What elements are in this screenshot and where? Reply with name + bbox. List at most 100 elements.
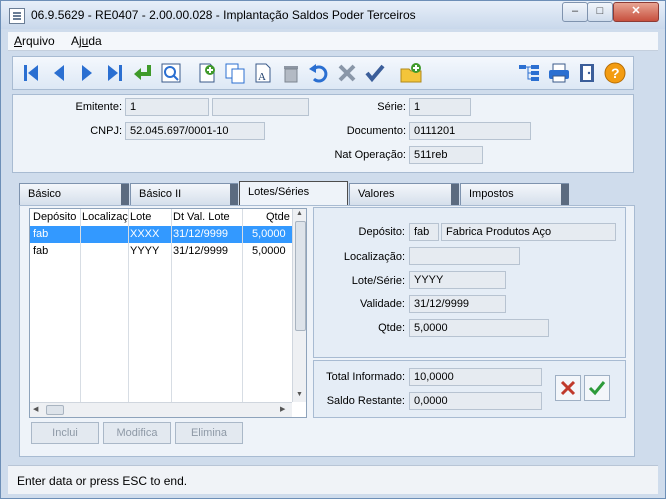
cancel-lot-button[interactable]: [555, 375, 581, 401]
add-button[interactable]: [195, 61, 219, 85]
last-icon: [108, 65, 122, 81]
minimize-button[interactable]: –: [562, 2, 588, 22]
first-icon: [24, 65, 38, 81]
svg-text:A: A: [258, 71, 266, 83]
table-row[interactable]: fab YYYY 31/12/9999 5,0000: [30, 243, 292, 260]
tab-basico-ii-label: Básico II: [139, 188, 182, 200]
tab-impostos[interactable]: Impostos: [460, 183, 569, 205]
menu-ajuda[interactable]: Ajuda: [71, 34, 102, 48]
tab-edge: [121, 184, 129, 205]
close-button[interactable]: ✕: [613, 2, 659, 22]
new-folder-button[interactable]: [399, 61, 423, 85]
delete-button[interactable]: [279, 61, 303, 85]
col-localizacao[interactable]: Localizaçã: [82, 211, 128, 223]
menu-arquivo-rest: rquivo: [22, 34, 55, 48]
cell-validade: 31/12/9999: [173, 245, 229, 257]
tab-basico-ii[interactable]: Básico II: [130, 183, 238, 205]
cell-qtde: 5,0000: [252, 228, 286, 240]
maximize-button[interactable]: □: [587, 2, 613, 22]
col-lote[interactable]: Lote: [130, 211, 170, 223]
close-icon: [560, 380, 576, 396]
svg-text:?: ?: [611, 65, 620, 81]
exit-button[interactable]: [575, 61, 599, 85]
exit-icon: [580, 64, 594, 82]
incluir-button[interactable]: Inclui: [31, 422, 99, 444]
col-deposito[interactable]: Depósito: [33, 211, 79, 223]
tab-lotes-series-label: Lotes/Séries: [248, 186, 310, 198]
hierarchy-button[interactable]: [517, 61, 541, 85]
tab-edge: [230, 184, 238, 205]
window-title: 06.9.5629 - RE0407 - 2.00.00.028 - Impla…: [31, 8, 416, 22]
total-informado-field: 10,0000: [409, 368, 542, 386]
col-qtde[interactable]: Qtde: [266, 211, 290, 223]
scroll-down-icon[interactable]: ▼: [296, 391, 303, 398]
grid-divider: [128, 209, 129, 402]
deposito-name-field: Fabrica Produtos Aço: [441, 223, 616, 241]
confirm-lot-button[interactable]: [584, 375, 610, 401]
goto-button[interactable]: [131, 61, 155, 85]
eliminar-button[interactable]: Elimina: [175, 422, 243, 444]
grid-divider: [242, 209, 243, 402]
menu-ajuda-rest: da: [88, 34, 102, 48]
previous-record-button[interactable]: [47, 61, 71, 85]
hierarchy-icon: [519, 65, 539, 81]
lote-serie-field[interactable]: YYYY: [409, 271, 506, 289]
undo-button[interactable]: [307, 61, 331, 85]
edit-button[interactable]: A: [251, 61, 275, 85]
last-record-button[interactable]: [103, 61, 127, 85]
cell-lote: YYYY: [130, 245, 160, 257]
localizacao-field[interactable]: [409, 247, 520, 265]
previous-icon: [54, 65, 64, 81]
qtde-field[interactable]: 5,0000: [409, 319, 549, 337]
scroll-up-icon[interactable]: ▲: [296, 210, 303, 217]
deposito-code-field[interactable]: fab: [409, 223, 439, 241]
emitente-label: Emitente:: [75, 101, 122, 113]
nat-operacao-field[interactable]: 511reb: [409, 146, 483, 164]
print-button[interactable]: [547, 61, 571, 85]
next-record-button[interactable]: [75, 61, 99, 85]
check-icon: [588, 381, 606, 396]
lotes-grid: Depósito Localizaçã Lote Dt Val. Lote Qt…: [29, 208, 307, 418]
tab-lotes-series[interactable]: Lotes/Séries: [239, 181, 348, 205]
hscroll-thumb[interactable]: [46, 405, 64, 415]
app-window: 06.9.5629 - RE0407 - 2.00.00.028 - Impla…: [0, 0, 666, 499]
emitente-field[interactable]: 1: [125, 98, 209, 116]
validade-field[interactable]: 31/12/9999: [409, 295, 506, 313]
tab-basico[interactable]: Básico: [19, 183, 129, 205]
title-bar: 06.9.5629 - RE0407 - 2.00.00.028 - Impla…: [1, 1, 665, 29]
vertical-scrollbar[interactable]: ▲ ▼: [292, 209, 306, 402]
undo-icon: [309, 64, 328, 83]
tab-impostos-label: Impostos: [469, 188, 514, 200]
goto-icon: [134, 65, 151, 80]
cell-deposito: fab: [33, 245, 49, 257]
search-button[interactable]: [159, 61, 183, 85]
delete-icon: [284, 66, 298, 83]
documento-field[interactable]: 0111201: [409, 122, 531, 140]
serie-label: Série:: [377, 101, 406, 113]
tab-valores[interactable]: Valores: [349, 183, 459, 205]
cancel-button[interactable]: [335, 61, 359, 85]
validade-label: Validade:: [359, 298, 405, 310]
copy-button[interactable]: [223, 61, 247, 85]
serie-field[interactable]: 1: [409, 98, 471, 116]
save-button[interactable]: [363, 61, 387, 85]
grid-divider: [80, 209, 81, 402]
first-record-button[interactable]: [19, 61, 43, 85]
tab-edge: [451, 184, 459, 205]
search-icon: [161, 63, 181, 83]
menu-arquivo[interactable]: Arquivo: [14, 34, 55, 48]
modificar-button[interactable]: Modifica: [103, 422, 171, 444]
scroll-left-icon[interactable]: ◀: [33, 405, 38, 413]
localizacao-label: Localização:: [343, 251, 405, 263]
table-row[interactable]: fab XXXX 31/12/9999 5,0000: [30, 226, 292, 243]
scroll-right-icon[interactable]: ▶: [280, 405, 285, 413]
documento-label: Documento:: [346, 125, 406, 137]
qtde-label: Qtde:: [378, 322, 405, 334]
horizontal-scrollbar[interactable]: ◀ ▶: [30, 402, 292, 417]
menu-bar: Arquivo Ajuda: [8, 32, 658, 51]
tab-basico-label: Básico: [28, 188, 62, 200]
col-validade[interactable]: Dt Val. Lote: [173, 211, 243, 223]
help-button[interactable]: ?: [603, 61, 627, 85]
scrollbar-thumb[interactable]: [295, 221, 306, 331]
edit-icon: A: [255, 63, 271, 83]
